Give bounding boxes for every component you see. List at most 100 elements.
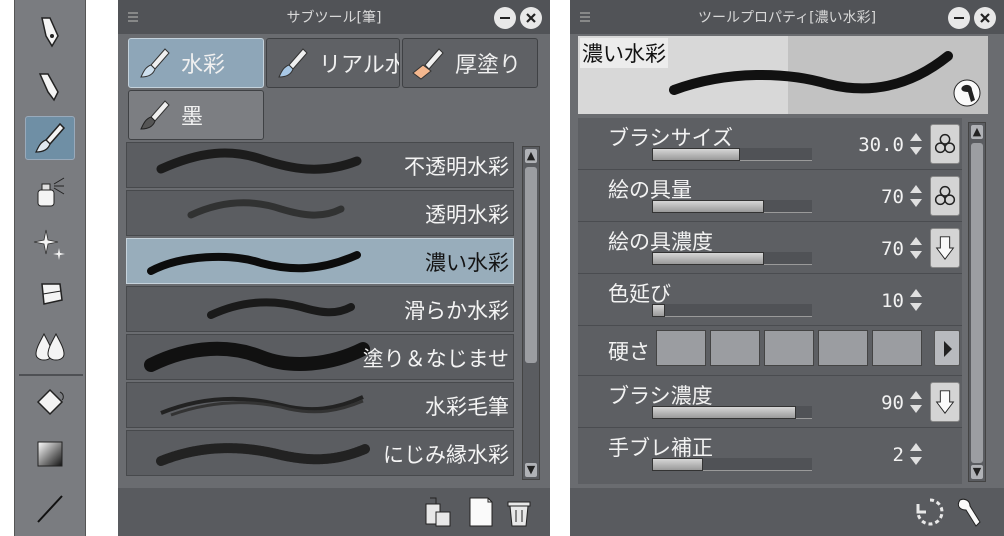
property-label: 硬さ	[608, 340, 650, 364]
minimize-icon	[500, 17, 510, 19]
hardness-option-2[interactable]	[710, 330, 760, 366]
property-slider[interactable]	[652, 148, 812, 161]
list-item[interactable]: 透明水彩	[126, 190, 514, 236]
property-value[interactable]: 90	[881, 392, 904, 414]
property-paint-density[interactable]: 絵の具濃度 70	[578, 222, 962, 274]
decoration-icon	[33, 229, 65, 260]
tab-impasto[interactable]: 厚塗り	[402, 38, 538, 88]
wrench-icon[interactable]	[952, 496, 984, 528]
hardness-option-5[interactable]	[872, 330, 922, 366]
spinner-icon[interactable]	[908, 234, 924, 262]
tool-blend[interactable]	[25, 324, 75, 368]
tool-eraser[interactable]	[25, 272, 75, 316]
tool-property-panel: ツールプロパティ[濃い水彩] 濃い水彩 ブラシサイズ 30.0 絵の具量 70 …	[570, 0, 1004, 536]
close-icon	[526, 13, 536, 23]
scroll-thumb[interactable]	[525, 167, 537, 363]
pressure-settings-icon[interactable]	[930, 176, 960, 216]
spinner-icon[interactable]	[908, 182, 924, 210]
hardness-option-1[interactable]	[656, 330, 706, 366]
tool-list	[14, 0, 86, 536]
pressure-settings-icon[interactable]	[930, 124, 960, 164]
tool-fill[interactable]	[25, 380, 75, 424]
preview-stroke	[669, 51, 953, 95]
brush-name: 水彩毛筆	[425, 395, 509, 419]
property-slider[interactable]	[652, 252, 812, 265]
list-item[interactable]: 不透明水彩	[126, 142, 514, 188]
property-brush-size[interactable]: ブラシサイズ 30.0	[578, 118, 962, 170]
property-hardness[interactable]: 硬さ	[578, 326, 962, 376]
tool-airbrush[interactable]	[25, 170, 75, 214]
toolbar-divider	[19, 374, 83, 376]
list-item[interactable]: 水彩毛筆	[126, 382, 514, 428]
tool-brush[interactable]	[25, 116, 75, 160]
minimize-button[interactable]	[494, 7, 516, 29]
slider-fill	[652, 406, 796, 419]
list-item[interactable]: 滑らか水彩	[126, 286, 514, 332]
menu-grip-icon[interactable]	[126, 10, 140, 24]
property-slider[interactable]	[652, 200, 812, 213]
spinner-icon[interactable]	[908, 440, 924, 468]
preview-label: 濃い水彩	[580, 38, 668, 68]
spinner-icon[interactable]	[908, 286, 924, 314]
subtool-copy-icon[interactable]	[422, 494, 456, 530]
wrench-icon[interactable]	[952, 78, 982, 108]
property-slider[interactable]	[652, 304, 812, 317]
brush-name: 透明水彩	[425, 203, 509, 227]
property-value[interactable]: 2	[893, 444, 904, 466]
tab-label: 水彩	[181, 53, 226, 78]
tool-pen[interactable]	[25, 10, 75, 54]
scroll-thumb[interactable]	[971, 143, 983, 463]
property-paint-amount[interactable]: 絵の具量 70	[578, 170, 962, 222]
tool-decoration[interactable]	[25, 222, 75, 266]
property-scrollbar[interactable]: ▲ ▼	[968, 122, 986, 482]
brush-stroke-preview	[187, 199, 345, 219]
gradient-icon	[37, 441, 63, 467]
property-value[interactable]: 30.0	[858, 134, 904, 156]
scroll-down-icon[interactable]: ▼	[525, 463, 537, 477]
close-icon	[980, 13, 990, 23]
hardness-option-3[interactable]	[764, 330, 814, 366]
ink-brush-icon	[140, 100, 170, 130]
tab-watercolor[interactable]: 水彩	[128, 38, 264, 88]
spinner-icon[interactable]	[908, 130, 924, 158]
scroll-down-icon[interactable]: ▼	[971, 465, 983, 479]
property-value[interactable]: 70	[881, 238, 904, 260]
property-slider[interactable]	[652, 406, 812, 419]
reset-icon[interactable]	[914, 496, 946, 528]
property-value[interactable]: 10	[881, 290, 904, 312]
hardness-expand-button[interactable]	[934, 330, 960, 366]
scroll-up-icon[interactable]: ▲	[971, 125, 983, 139]
pen-pressure-icon[interactable]	[930, 382, 960, 422]
tab-real-watercolor[interactable]: リアル水	[266, 38, 400, 88]
property-value[interactable]: 70	[881, 186, 904, 208]
brush-icon	[35, 122, 66, 153]
close-button[interactable]	[520, 7, 542, 29]
new-subtool-icon[interactable]	[464, 494, 498, 530]
tool-gradient[interactable]	[25, 432, 75, 476]
list-item[interactable]: 塗り＆なじませ	[126, 334, 514, 380]
brush-stroke-preview	[156, 443, 370, 466]
hardness-option-4[interactable]	[818, 330, 868, 366]
tab-ink[interactable]: 墨	[128, 90, 264, 140]
brush-list-scrollbar[interactable]: ▲ ▼	[522, 146, 540, 480]
subtool-titlebar[interactable]: サブツール[筆]	[118, 0, 550, 34]
spinner-icon[interactable]	[908, 388, 924, 416]
list-item[interactable]: にじみ縁水彩	[126, 430, 514, 476]
slider-fill	[652, 304, 665, 317]
list-item-selected[interactable]: 濃い水彩	[126, 238, 514, 284]
minimize-button[interactable]	[948, 7, 970, 29]
scroll-up-icon[interactable]: ▲	[525, 149, 537, 163]
pen-pressure-icon[interactable]	[930, 228, 960, 268]
property-slider[interactable]	[652, 458, 812, 471]
tool-figure[interactable]	[25, 486, 75, 530]
trash-icon[interactable]	[502, 494, 536, 530]
toolprop-titlebar[interactable]: ツールプロパティ[濃い水彩]	[570, 0, 1004, 34]
property-brush-density[interactable]: ブラシ濃度 90	[578, 376, 962, 428]
tool-pencil[interactable]	[25, 64, 75, 108]
close-button[interactable]	[974, 7, 996, 29]
brush-name: 塗り＆なじませ	[362, 347, 509, 371]
property-stabilization[interactable]: 手ブレ補正 2	[578, 428, 962, 480]
property-color-stretch[interactable]: 色延び 10	[578, 274, 962, 326]
menu-grip-icon[interactable]	[578, 10, 592, 24]
watercolor-brush-icon	[140, 48, 170, 78]
